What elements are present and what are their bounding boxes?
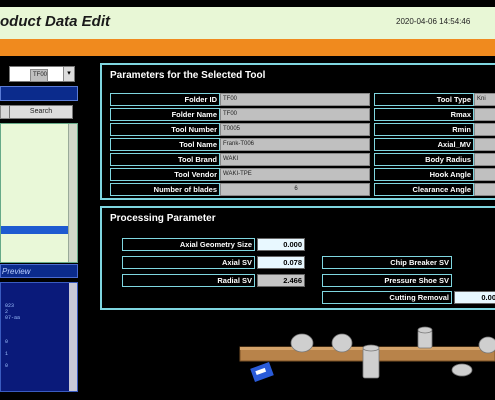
processing-parameter-title: Processing Parameter: [110, 213, 216, 224]
preview-scrollbar[interactable]: [69, 283, 77, 391]
preview-line: 0: [5, 363, 9, 369]
param-label: Cutting Removal: [322, 291, 452, 304]
tool-brand-field[interactable]: WAKI: [220, 153, 370, 166]
param-label: Axial SV: [122, 256, 255, 269]
radial-sv-field[interactable]: 2.466: [257, 274, 305, 287]
folder-select-value: TF00: [30, 69, 49, 82]
param-label: Folder ID: [110, 93, 220, 106]
clamp-icon: [250, 362, 274, 382]
datetime-display: 2020-04-06 14:54:46: [396, 17, 471, 26]
param-label: Body Radius: [374, 153, 474, 166]
axial-sv-field[interactable]: 0.078: [257, 256, 305, 269]
tool-tree-selected-item[interactable]: [1, 226, 69, 234]
preview-label: Preview: [2, 267, 31, 276]
tool-type-field[interactable]: Kni: [474, 93, 495, 106]
tool-number-field[interactable]: T0005: [220, 123, 370, 136]
title-bar: oduct Data Edit 2020-04-06 14:54:46: [0, 7, 495, 39]
rmin-field[interactable]: [474, 123, 495, 136]
tool-name-field[interactable]: Frank-T006: [220, 138, 370, 151]
folder-select[interactable]: TF00 ▾: [9, 66, 75, 82]
preview-header: Preview: [0, 264, 78, 278]
rmax-field[interactable]: [474, 108, 495, 121]
param-label: Tool Type: [374, 93, 474, 106]
param-label: Pressure Shoe SV: [322, 274, 452, 287]
app-window: oduct Data Edit 2020-04-06 14:54:46 TF00…: [0, 0, 495, 400]
tool-parameters-panel: Parameters for the Selected Tool Folder …: [100, 63, 495, 200]
folder-name-field[interactable]: [0, 86, 78, 101]
tool-tree-scrollbar[interactable]: [68, 124, 77, 262]
tool-tree-list[interactable]: [0, 123, 78, 263]
param-label: Number of blades: [110, 183, 220, 196]
search-button[interactable]: Search: [9, 105, 73, 119]
param-label: Tool Name: [110, 138, 220, 151]
tools-illustration: [239, 326, 495, 382]
tool-vendor-field[interactable]: WAKI-TPE: [220, 168, 370, 181]
axial-mv-field[interactable]: [474, 138, 495, 151]
param-label: Axial_MV: [374, 138, 474, 151]
clearance-angle-field[interactable]: [474, 183, 495, 196]
processing-parameter-panel: Processing Parameter Axial Geometry Size…: [100, 206, 495, 310]
page-title: oduct Data Edit: [0, 13, 111, 30]
param-label: Clearance Angle: [374, 183, 474, 196]
param-label: Tool Brand: [110, 153, 220, 166]
header-accent-bar: [0, 39, 495, 56]
param-label: Tool Vendor: [110, 168, 220, 181]
param-label: Folder Name: [110, 108, 220, 121]
param-label: Rmax: [374, 108, 474, 121]
cutting-removal-field[interactable]: 0.00: [454, 291, 495, 304]
chevron-down-icon[interactable]: ▾: [63, 67, 74, 81]
folder-name-field[interactable]: TF00: [220, 108, 370, 121]
axial-geometry-size-field[interactable]: 0.000: [257, 238, 305, 251]
param-label: Axial Geometry Size: [122, 238, 255, 251]
param-label: Chip Breaker SV: [322, 256, 452, 269]
nc-preview[interactable]: 023 2 07-aa 0 1 0: [0, 282, 78, 392]
folder-id-field[interactable]: TF00: [220, 93, 370, 106]
tool-parameters-title: Parameters for the Selected Tool: [110, 70, 266, 81]
param-label: Radial SV: [122, 274, 255, 287]
hook-angle-field[interactable]: [474, 168, 495, 181]
param-label: Tool Number: [110, 123, 220, 136]
number-of-blades-field[interactable]: 6: [220, 183, 370, 196]
param-label: Rmin: [374, 123, 474, 136]
param-label: Hook Angle: [374, 168, 474, 181]
body-radius-field[interactable]: [474, 153, 495, 166]
